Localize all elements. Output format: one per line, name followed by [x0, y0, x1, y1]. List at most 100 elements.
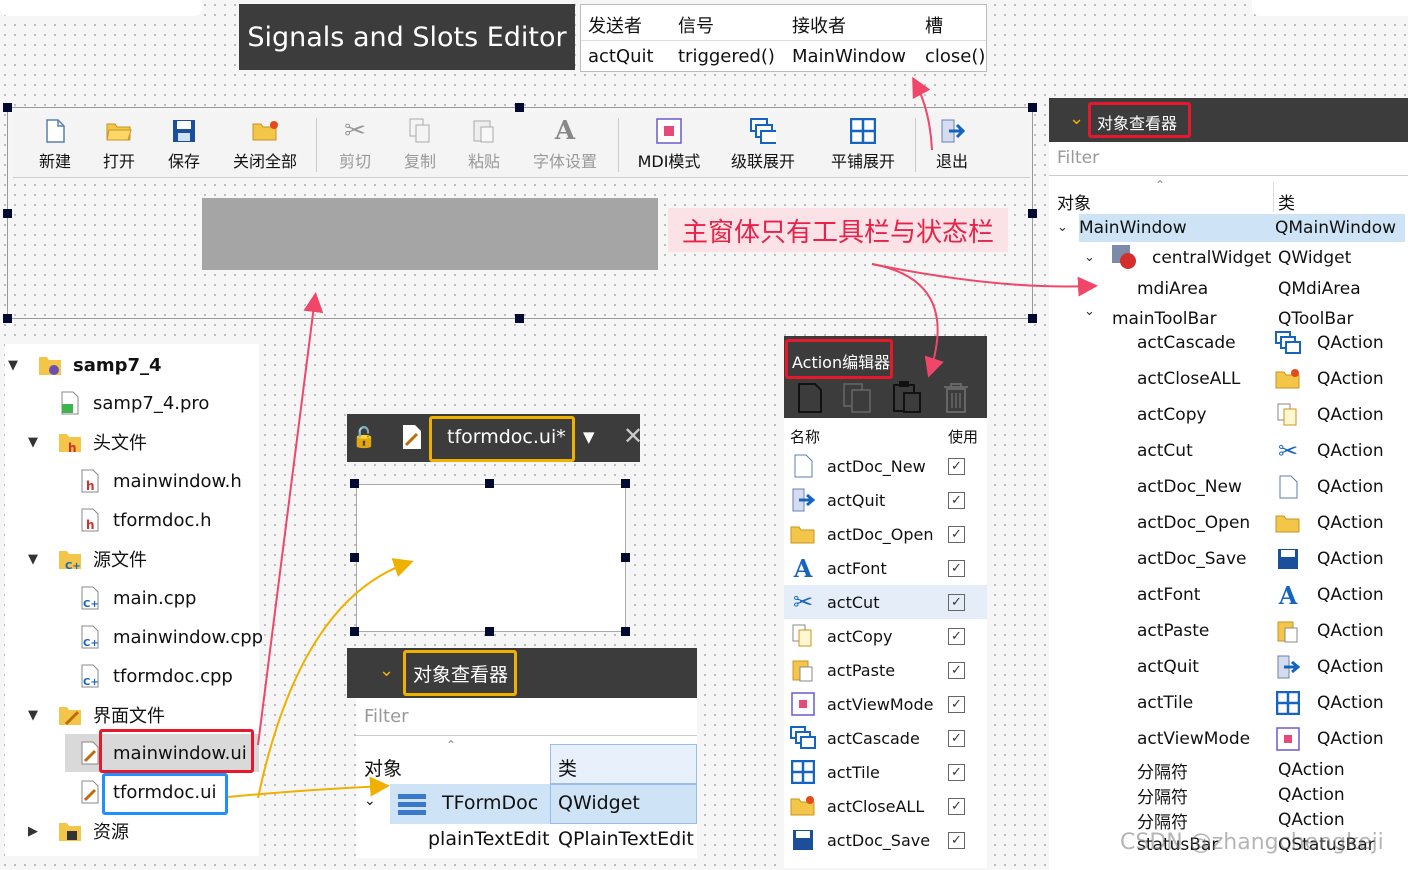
action-row-actdoc-save[interactable]: actDoc_Save ✓: [784, 823, 987, 857]
toolbar-mdi-mode-button[interactable]: MDI模式: [633, 112, 705, 178]
action-row-actcascade[interactable]: actCascade ✓: [784, 721, 987, 755]
toolbar-cascade-button[interactable]: 级联展开: [727, 112, 799, 178]
used-checkbox[interactable]: ✓: [948, 593, 965, 611]
tree-item-project[interactable]: ▼ samp7_4: [5, 346, 259, 384]
action-row-actdoc-new[interactable]: actDoc_New ✓: [784, 449, 987, 483]
used-checkbox[interactable]: ✓: [948, 763, 965, 781]
resize-handle[interactable]: [3, 314, 12, 323]
col-used[interactable]: 使用: [948, 426, 978, 447]
tree-item-mainwindow-cpp[interactable]: C+ mainwindow.cpp: [5, 618, 263, 656]
tree-item-sources-folder[interactable]: ▼ C+ 源文件: [5, 540, 259, 578]
used-checkbox[interactable]: ✓: [948, 525, 965, 543]
resize-handle[interactable]: [3, 209, 12, 218]
action-row-acttile[interactable]: actTile ✓: [784, 755, 987, 789]
col-class[interactable]: 类: [558, 754, 577, 781]
tree-item-mainwindow-h[interactable]: h mainwindow.h: [5, 462, 259, 500]
resize-handle[interactable]: [350, 479, 359, 488]
delete-action-icon[interactable]: [942, 382, 970, 418]
signal-connection-row[interactable]: actQuit triggered() MainWindow close(): [581, 41, 986, 72]
tree-item-tformdoc-h[interactable]: h tformdoc.h: [5, 501, 259, 539]
resize-handle[interactable]: [485, 627, 494, 636]
chevron-down-icon[interactable]: ⌄: [1069, 108, 1084, 129]
chevron-down-icon[interactable]: ⌄: [379, 660, 394, 681]
toolbar-close-all-button[interactable]: 关闭全部: [229, 112, 301, 178]
resize-handle[interactable]: [515, 103, 524, 112]
used-checkbox[interactable]: ✓: [948, 457, 965, 475]
close-icon[interactable]: ✕: [623, 422, 643, 450]
resize-handle[interactable]: [515, 314, 524, 323]
inspector-row[interactable]: actCloseALL QAction: [1052, 361, 1405, 397]
chevron-down-icon[interactable]: ⌄: [1084, 304, 1095, 319]
filter-input[interactable]: Filter: [1049, 142, 1408, 176]
inspector-row[interactable]: centralWidget QWidget: [1052, 245, 1405, 271]
tformdoc-form[interactable]: [356, 484, 626, 632]
tree-item-pro-file[interactable]: samp7_4.pro: [5, 384, 259, 422]
inspector-row[interactable]: actQuit QAction: [1052, 649, 1405, 685]
copy-action-icon[interactable]: [842, 382, 874, 418]
toolbar-copy-button[interactable]: 复制: [400, 112, 440, 178]
action-row-actcopy[interactable]: actCopy ✓: [784, 619, 987, 653]
toolbar-paste-button[interactable]: 粘贴: [464, 112, 504, 178]
inspector-row[interactable]: actCopy QAction: [1052, 397, 1405, 433]
toolbar-cut-button[interactable]: ✂ 剪切: [335, 112, 375, 178]
inspector-row[interactable]: actDoc_New QAction: [1052, 469, 1405, 505]
inspector-row[interactable]: AactFont QAction: [1052, 577, 1405, 613]
inspector-row[interactable]: mdiArea QMdiArea: [1052, 276, 1405, 302]
tree-row-plaintextedit[interactable]: plainTextEdit QPlainTextEdit: [356, 824, 697, 856]
used-checkbox[interactable]: ✓: [948, 797, 965, 815]
action-row-actdoc-open[interactable]: actDoc_Open ✓: [784, 517, 987, 551]
resize-handle[interactable]: [1028, 314, 1037, 323]
resize-handle[interactable]: [485, 479, 494, 488]
used-checkbox[interactable]: ✓: [948, 559, 965, 577]
resize-handle[interactable]: [621, 553, 630, 562]
used-checkbox[interactable]: ✓: [948, 831, 965, 849]
inspector-row[interactable]: 分隔符 QAction: [1052, 782, 1405, 808]
used-checkbox[interactable]: ✓: [948, 695, 965, 713]
action-row-actpaste[interactable]: actPaste ✓: [784, 653, 987, 687]
resize-handle[interactable]: [1028, 209, 1037, 218]
action-row-actcloseall[interactable]: actCloseALL ✓: [784, 789, 987, 823]
col-class[interactable]: 类: [1278, 189, 1295, 214]
inspector-row[interactable]: actDoc_Save QAction: [1052, 541, 1405, 577]
inspector-row[interactable]: actCascade QAction: [1052, 325, 1405, 361]
tree-row-tformdoc[interactable]: TFormDoc QWidget: [390, 784, 697, 824]
inspector-row[interactable]: ✂ actCut QAction: [1052, 433, 1405, 469]
col-object[interactable]: 对象: [1057, 189, 1091, 214]
filter-input[interactable]: Filter: [356, 698, 697, 736]
resize-handle[interactable]: [3, 103, 12, 112]
chevron-down-icon[interactable]: ⌄: [364, 793, 376, 809]
lock-icon[interactable]: 🔓: [351, 424, 377, 450]
action-row-actviewmode[interactable]: actViewMode ✓: [784, 687, 987, 721]
tree-item-resources-folder[interactable]: ▶ 资源: [5, 812, 259, 850]
used-checkbox[interactable]: ✓: [948, 491, 965, 509]
resize-handle[interactable]: [1028, 103, 1037, 112]
paste-action-icon[interactable]: [892, 380, 924, 418]
toolbar-tile-button[interactable]: 平铺展开: [827, 112, 899, 178]
col-object[interactable]: 对象: [364, 754, 402, 781]
tree-item-main-cpp[interactable]: C+ main.cpp: [5, 579, 259, 617]
toolbar-open-button[interactable]: 打开: [99, 112, 139, 178]
action-row-actquit[interactable]: actQuit ✓: [784, 483, 987, 517]
inspector-row[interactable]: 分隔符 QAction: [1052, 757, 1405, 783]
toolbar-font-button[interactable]: A 字体设置: [529, 112, 601, 178]
action-row-actcut[interactable]: ✂ actCut ✓: [784, 585, 987, 619]
chevron-down-icon[interactable]: ⌄: [1084, 250, 1095, 265]
tree-item-headers-folder[interactable]: ▼ h 头文件: [5, 423, 259, 461]
inspector-row[interactable]: actDoc_Open QAction: [1052, 505, 1405, 541]
toolbar-exit-button[interactable]: 退出: [931, 112, 973, 178]
action-row-actfont[interactable]: AactFont ✓: [784, 551, 987, 585]
used-checkbox[interactable]: ✓: [948, 661, 965, 679]
new-action-icon[interactable]: [796, 382, 824, 418]
resize-handle[interactable]: [621, 627, 630, 636]
inspector-row[interactable]: actTile QAction: [1052, 685, 1405, 721]
resize-handle[interactable]: [350, 627, 359, 636]
toolbar-save-button[interactable]: 保存: [164, 112, 204, 178]
col-name[interactable]: 名称: [790, 426, 820, 447]
used-checkbox[interactable]: ✓: [948, 627, 965, 645]
toolbar-new-button[interactable]: 新建: [35, 112, 75, 178]
inspector-row[interactable]: MainWindow QMainWindow: [1079, 214, 1405, 242]
inspector-row[interactable]: actViewMode QAction: [1052, 721, 1405, 757]
tree-item-tformdoc-cpp[interactable]: C+ tformdoc.cpp: [5, 657, 259, 695]
chevron-down-icon[interactable]: ⌄: [1057, 220, 1068, 235]
used-checkbox[interactable]: ✓: [948, 729, 965, 747]
